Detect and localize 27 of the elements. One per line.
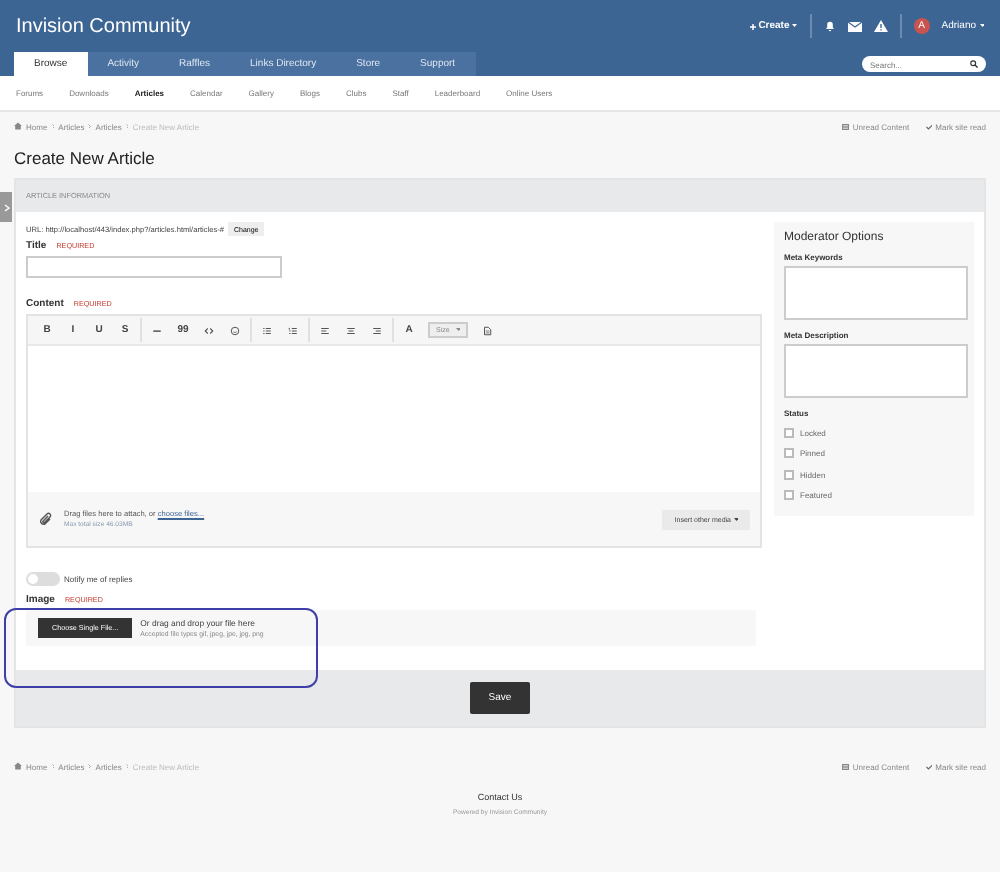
notify-toggle[interactable] xyxy=(26,572,60,586)
checkbox[interactable] xyxy=(784,427,794,438)
drawer-handle[interactable] xyxy=(0,192,12,222)
home-icon xyxy=(14,122,22,130)
page-title: Create New Article xyxy=(12,146,157,172)
caret-icon xyxy=(979,24,984,28)
check-icon xyxy=(925,123,933,129)
title-field[interactable] xyxy=(26,256,282,278)
search-icon[interactable] xyxy=(970,60,978,68)
checkbox[interactable] xyxy=(784,490,794,501)
keywords-field[interactable] xyxy=(784,266,968,320)
home-icon xyxy=(14,762,22,770)
checkbox[interactable] xyxy=(784,448,794,459)
site-title[interactable]: Invision Community xyxy=(16,15,750,37)
description-field[interactable] xyxy=(784,344,968,398)
list-icon xyxy=(842,123,850,129)
caret-icon xyxy=(792,24,798,28)
list-icon xyxy=(842,763,850,769)
bell-icon[interactable] xyxy=(823,20,836,32)
plus-icon xyxy=(749,23,756,29)
caret-icon xyxy=(455,328,461,332)
check-icon xyxy=(925,763,933,769)
envelope-icon[interactable] xyxy=(847,21,862,31)
caret-icon xyxy=(733,518,738,521)
paperclip-icon xyxy=(38,511,54,527)
checkbox[interactable] xyxy=(784,469,794,480)
warning-icon[interactable] xyxy=(873,20,888,32)
